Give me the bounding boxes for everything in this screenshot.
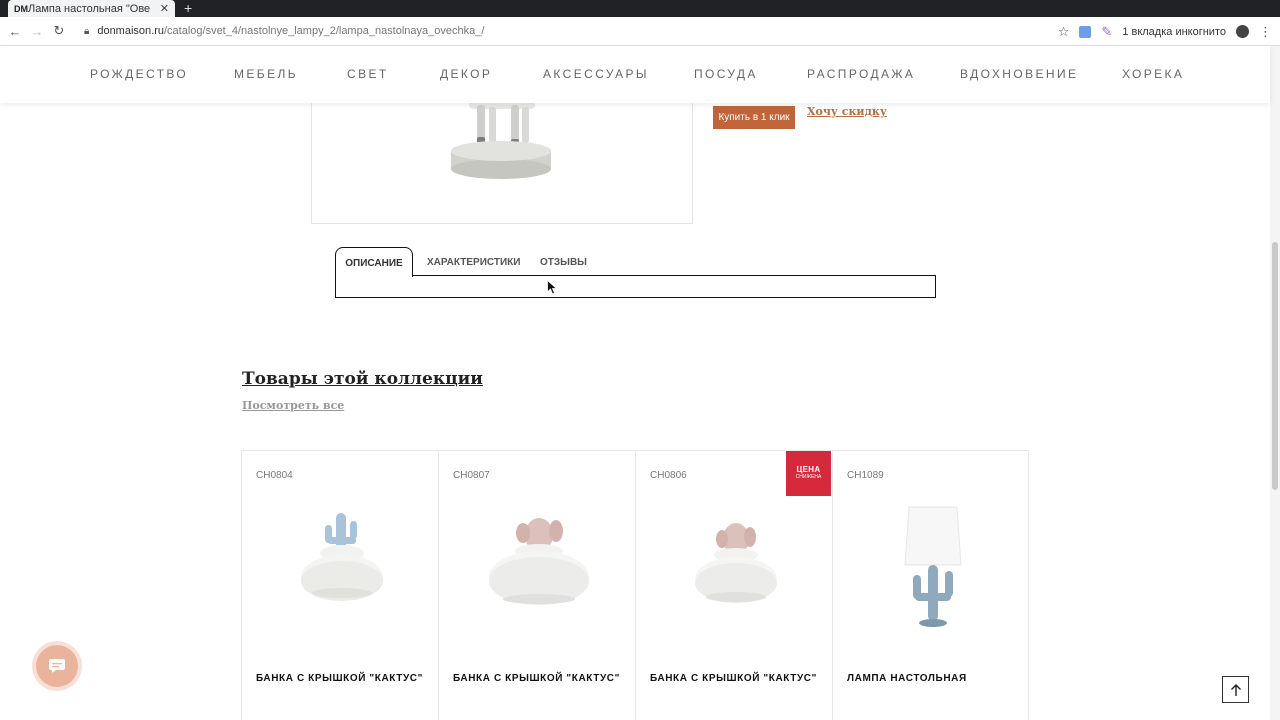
product-card[interactable]: CH0807 БАНКА С КРЫШКОЙ "КАКТУС" [439,451,636,720]
nav-item-horeca[interactable]: ХОРЕКА [1122,67,1184,81]
incognito-label[interactable]: 1 вкладка инкогнито [1122,26,1226,38]
browser-tabstrip: DM Лампа настольная "Ове ✕ + [0,0,1280,17]
tab-reviews[interactable]: ОТЗЫВЫ [540,257,587,268]
tab-description[interactable]: ОПИСАНИЕ [335,247,413,277]
collection-title: Товары этой коллекции [242,369,483,389]
nav-item-furniture[interactable]: МЕБЕЛЬ [234,67,298,81]
product-sku: CH0804 [256,470,293,481]
nav-item-accessories[interactable]: АКСЕССУАРЫ [543,67,649,81]
tab-characteristics[interactable]: ХАРАКТЕРИСТИКИ [427,257,520,268]
new-tab-icon[interactable]: + [184,0,192,17]
product-grid: CH0804 БАНКА С КРЫШКОЙ "КАКТУС" CH0807 Б… [241,450,1029,720]
arrow-up-icon [1230,683,1241,696]
view-all-link[interactable]: Посмотреть все [242,399,344,412]
nav-item-tableware[interactable]: ПОСУДА [694,67,758,81]
browser-toolbar: ← → ↻ 🔒︎ donmaison.ru/catalog/svet_4/nas… [0,17,1280,46]
url-host: donmaison.ru [97,25,164,37]
tab-title: Лампа настольная "Ове [28,2,151,15]
lock-icon[interactable]: 🔒︎ [84,26,89,37]
product-card[interactable]: CH0804 БАНКА С КРЫШКОЙ "КАКТУС" [242,451,439,720]
sheep-lamp-image [451,101,551,179]
product-name[interactable]: БАНКА С КРЫШКОЙ "КАКТУС" [453,673,620,684]
product-name[interactable]: ЛАМПА НАСТОЛЬНАЯ [847,673,967,684]
product-card[interactable]: CH1089 ЛАМПА НАСТОЛЬНАЯ [833,451,1030,720]
close-tab-icon[interactable]: ✕ [160,2,169,15]
star-icon[interactable]: ☆ [1058,24,1070,40]
tab-panel [335,275,936,298]
menu-kebab-icon[interactable]: ⋮ [1259,24,1272,40]
product-sku: CH1089 [847,470,884,481]
cactus-jar-pink-image [695,523,777,603]
buy-one-click-button[interactable]: Купить в 1 клик [713,106,795,129]
address-bar[interactable]: donmaison.ru/catalog/svet_4/nastolnye_la… [97,25,484,37]
reload-icon[interactable]: ↻ [48,23,70,39]
url-path: /catalog/svet_4/nastolnye_lampy_2/lampa_… [163,25,485,37]
scroll-to-top-button[interactable] [1222,676,1249,703]
site-favicon: DM [14,3,28,14]
scrollbar-thumb[interactable] [1272,242,1278,490]
badge-line1: ЦЕНА [796,465,821,474]
product-tabs: ОПИСАНИЕ ХАРАКТЕРИСТИКИ ОТЗЫВЫ [335,247,936,298]
product-sku: CH0807 [453,470,490,481]
cactus-jar-pink-large-image [489,518,589,605]
product-image-frame[interactable] [311,101,693,224]
chat-button[interactable] [36,645,78,687]
cactus-jar-blue-image [301,513,383,601]
want-discount-link[interactable]: Хочу скидку [807,105,887,118]
browser-tab[interactable]: DM Лампа настольная "Ове ✕ [8,0,175,17]
pen-extension-icon[interactable]: ✎ [1101,24,1112,40]
product-name[interactable]: БАНКА С КРЫШКОЙ "КАКТУС" [256,673,423,684]
nav-item-sale[interactable]: РАСПРОДАЖА [807,67,915,81]
nav-item-decor[interactable]: ДЕКОР [440,67,492,81]
extension-icon[interactable] [1079,25,1092,38]
page-scrollbar[interactable] [1270,46,1280,720]
arrow-left-icon[interactable]: ← [4,24,26,39]
price-reduced-badge: ЦЕНА СНИЖЕНА [786,451,831,496]
arrow-right-icon[interactable]: → [26,24,48,39]
site-navigation: РОЖДЕСТВО МЕБЕЛЬ СВЕТ ДЕКОР АКСЕССУАРЫ П… [0,46,1270,103]
mouse-cursor-icon [547,280,557,295]
nav-item-inspiration[interactable]: ВДОХНОВЕНИЕ [960,67,1078,81]
nav-item-christmas[interactable]: РОЖДЕСТВО [90,67,188,81]
product-card[interactable]: CH0806 ЦЕНА СНИЖЕНА БАНКА С КРЫШКОЙ "КАК… [636,451,833,720]
nav-item-light[interactable]: СВЕТ [347,67,389,81]
cactus-lamp-image [904,506,962,627]
product-sku: CH0806 [650,470,687,481]
chat-icon [49,659,65,673]
incognito-icon[interactable] [1236,25,1249,38]
product-name[interactable]: БАНКА С КРЫШКОЙ "КАКТУС" [650,673,817,684]
badge-line2: СНИЖЕНА [795,474,822,480]
